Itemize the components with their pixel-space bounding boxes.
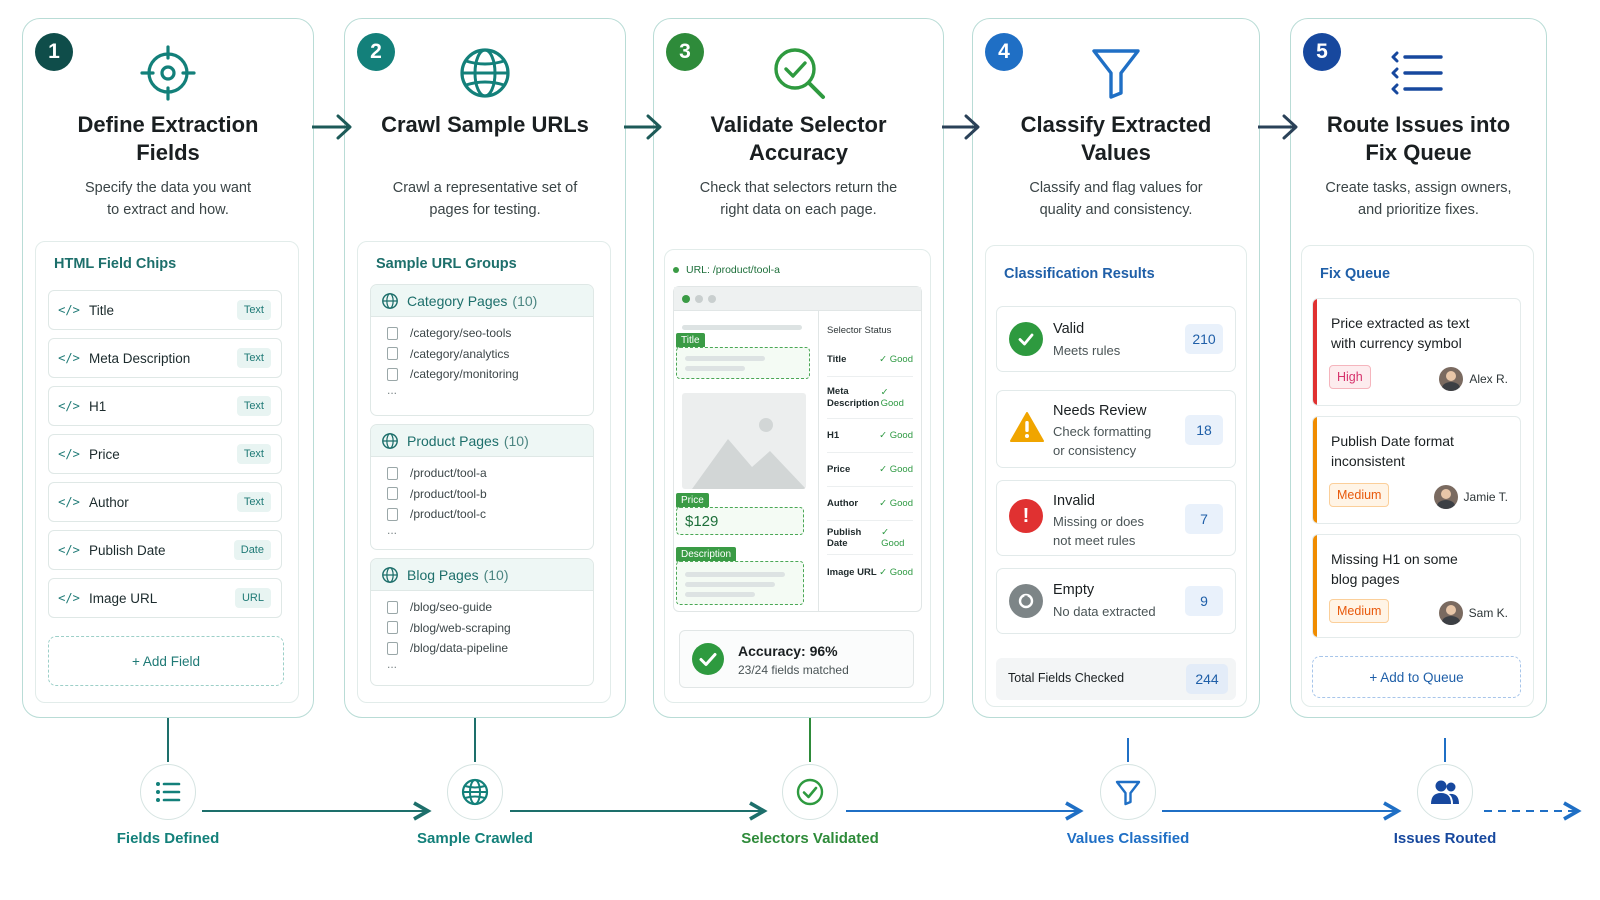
check-circle-icon (796, 778, 824, 806)
step-arrow (312, 114, 352, 140)
milestone-label: Values Classified (1066, 830, 1190, 847)
milestone-selectors-validated (782, 764, 838, 820)
pipeline-diagram: 1 Define Extraction Fields Specify the da… (0, 0, 1600, 900)
step-arrow (942, 114, 980, 140)
milestone-label: Issues Routed (1393, 830, 1497, 847)
milestone-label: Fields Defined (116, 830, 220, 847)
step-arrow (624, 114, 662, 140)
milestone-sample-crawled (447, 764, 503, 820)
funnel-icon (1115, 780, 1141, 806)
milestone-label: Selectors Validated (741, 830, 879, 847)
step-arrow (1258, 114, 1298, 140)
milestone-issues-routed (1417, 764, 1473, 820)
globe-icon (461, 778, 489, 806)
milestone-label: Sample Crawled (417, 830, 533, 847)
milestone-values-classified (1100, 764, 1156, 820)
list-icon (156, 782, 181, 802)
milestone-fields-defined (140, 764, 196, 820)
users-icon (1431, 780, 1459, 804)
